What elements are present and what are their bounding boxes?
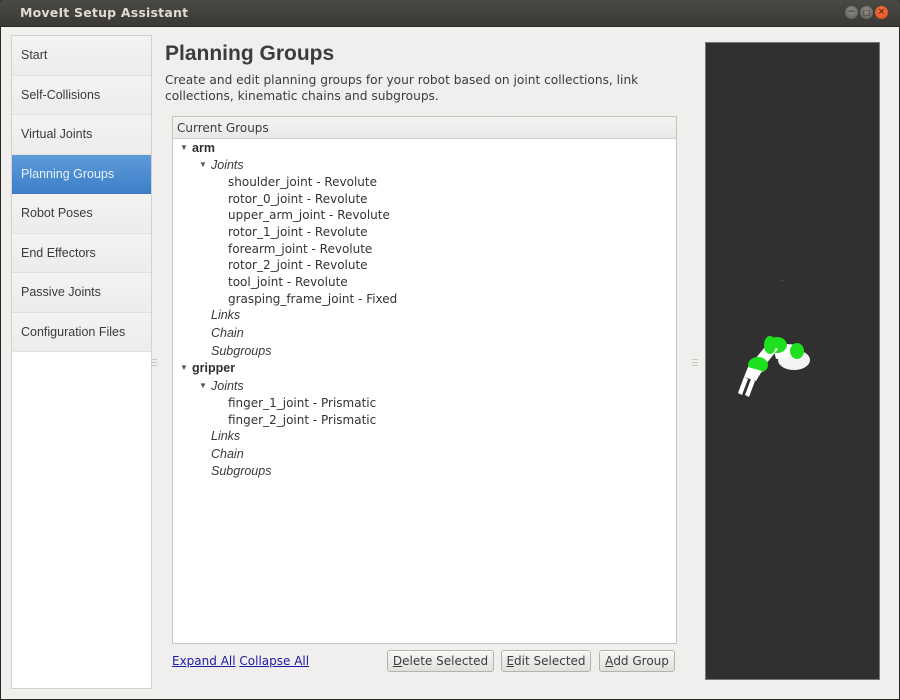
- page-description: Create and edit planning groups for your…: [165, 73, 639, 103]
- tree-joint-item[interactable]: shoulder_joint - Revolute: [228, 174, 377, 191]
- tree-group-gripper[interactable]: ▼ gripper: [180, 360, 235, 377]
- expand-arrow-icon[interactable]: ▼: [180, 359, 192, 376]
- tree-joint-item[interactable]: tool_joint - Revolute: [228, 274, 348, 291]
- tree-category-chain[interactable]: Chain: [211, 325, 244, 342]
- group-name: gripper: [192, 361, 236, 375]
- tree-category-chain[interactable]: Chain: [211, 446, 244, 463]
- groups-tree[interactable]: Current Groups ▼ arm ▼ Joints shoulder_joi…: [172, 116, 677, 644]
- sidebar-nav: Start Self-Collisions Virtual Joints Pla…: [11, 35, 152, 689]
- app-window: MoveIt Setup Assistant − □ × Start Self-…: [0, 0, 900, 700]
- tree-links: Expand All Collapse All: [172, 654, 309, 668]
- button-label: elete Selected: [402, 654, 489, 668]
- page-title: Planning Groups: [165, 42, 335, 65]
- tree-joint-item[interactable]: finger_2_joint - Prismatic: [228, 412, 376, 429]
- sidebar-item-configuration-files[interactable]: Configuration Files: [12, 312, 151, 352]
- sidebar-item-label: Self-Collisions: [21, 87, 101, 102]
- tree-category-links[interactable]: Links: [211, 307, 240, 324]
- mnemonic: D: [392, 654, 403, 668]
- sidebar-item-label: Configuration Files: [21, 324, 126, 339]
- tree-joint-item[interactable]: rotor_1_joint - Revolute: [228, 224, 368, 241]
- sidebar-item-passive-joints[interactable]: Passive Joints: [12, 273, 151, 313]
- tree-joint-item[interactable]: forearm_joint - Revolute: [228, 241, 372, 258]
- category-label: Joints: [211, 158, 244, 172]
- close-icon: ×: [877, 7, 886, 17]
- sidebar-item-label: Virtual Joints: [21, 127, 93, 142]
- title-bar[interactable]: MoveIt Setup Assistant − □ ×: [0, 0, 900, 27]
- button-label: dit Selected: [514, 654, 586, 668]
- tree-category-links[interactable]: Links: [211, 428, 240, 445]
- mnemonic: E: [506, 654, 515, 668]
- sidebar-item-label: Robot Poses: [21, 206, 93, 221]
- expand-arrow-icon[interactable]: ▼: [199, 377, 211, 394]
- left-splitter-handle[interactable]: [151, 359, 157, 367]
- robot-joint: [764, 336, 776, 354]
- tree-category-subgroups[interactable]: Subgroups: [211, 343, 271, 360]
- tree-joint-item[interactable]: upper_arm_joint - Revolute: [228, 207, 390, 224]
- tree-category-subgroups[interactable]: Subgroups: [211, 463, 271, 480]
- sidebar-item-robot-poses[interactable]: Robot Poses: [12, 194, 151, 234]
- sidebar-item-self-collisions[interactable]: Self-Collisions: [12, 75, 151, 115]
- tree-category-joints[interactable]: ▼ Joints: [199, 157, 244, 174]
- tree-joint-item[interactable]: rotor_2_joint - Revolute: [228, 257, 368, 274]
- sidebar-item-label: Planning Groups: [21, 166, 115, 181]
- maximize-icon: □: [862, 7, 871, 17]
- expand-arrow-icon[interactable]: ▼: [199, 156, 211, 173]
- minimize-icon: −: [847, 7, 856, 17]
- delete-selected-button[interactable]: Delete Selected: [387, 650, 494, 672]
- button-label: dd Group: [613, 654, 669, 668]
- expand-all-link[interactable]: Expand All: [172, 654, 236, 668]
- sidebar-item-planning-groups[interactable]: Planning Groups: [12, 154, 151, 194]
- robot-joint: [790, 343, 804, 359]
- collapse-all-link[interactable]: Collapse All: [239, 654, 309, 668]
- right-splitter-handle[interactable]: [692, 359, 698, 367]
- sidebar-item-label: Passive Joints: [21, 285, 101, 300]
- sidebar-item-virtual-joints[interactable]: Virtual Joints: [12, 115, 151, 155]
- robot-3d-viewport[interactable]: [705, 42, 880, 680]
- window-title: MoveIt Setup Assistant: [20, 5, 189, 20]
- frame-marker: [779, 279, 785, 282]
- minimize-button[interactable]: −: [845, 6, 858, 19]
- expand-arrow-icon[interactable]: ▼: [180, 139, 192, 156]
- robot-arm-render: [738, 279, 810, 397]
- sidebar-item-label: End Effectors: [21, 245, 96, 260]
- tree-joint-item[interactable]: grasping_frame_joint - Fixed: [228, 291, 397, 308]
- sidebar-item-label: Start: [21, 48, 48, 63]
- close-button[interactable]: ×: [875, 6, 888, 19]
- mnemonic: A: [605, 654, 614, 668]
- add-group-button[interactable]: Add Group: [599, 650, 675, 672]
- tree-group-arm[interactable]: ▼ arm: [180, 140, 215, 157]
- sidebar-item-start[interactable]: Start: [12, 36, 151, 76]
- edit-selected-button[interactable]: Edit Selected: [501, 650, 591, 672]
- category-label: Joints: [211, 379, 244, 393]
- maximize-button[interactable]: □: [860, 6, 873, 19]
- tree-header[interactable]: Current Groups: [173, 117, 676, 139]
- tree-joint-item[interactable]: finger_1_joint - Prismatic: [228, 395, 376, 412]
- sidebar-item-end-effectors[interactable]: End Effectors: [12, 233, 151, 273]
- tree-joint-item[interactable]: rotor_0_joint - Revolute: [228, 191, 368, 208]
- group-name: arm: [192, 141, 215, 155]
- tree-category-joints[interactable]: ▼ Joints: [199, 378, 244, 395]
